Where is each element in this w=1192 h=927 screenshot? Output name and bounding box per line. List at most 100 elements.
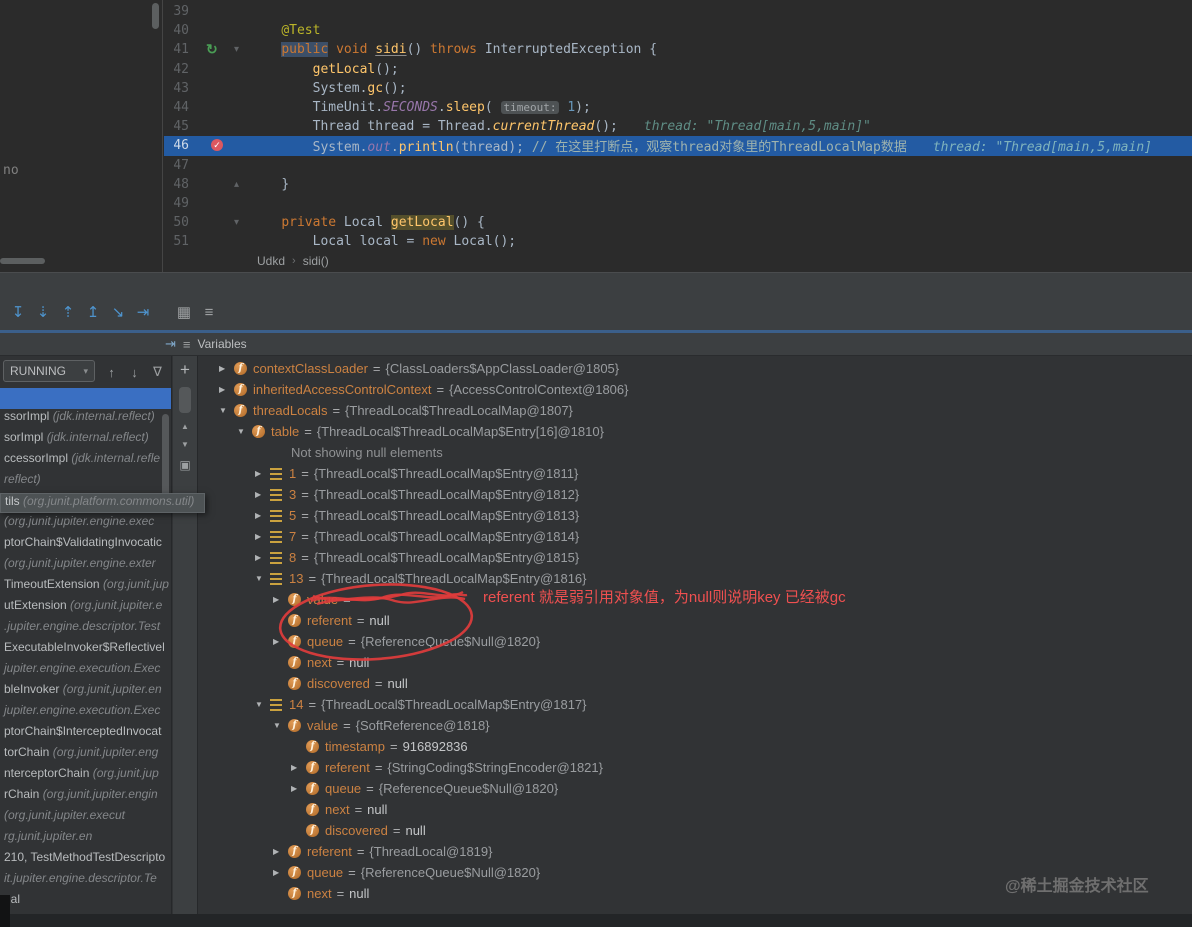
stack-frame-row[interactable] xyxy=(0,388,171,409)
line-number[interactable]: 41 xyxy=(164,42,194,57)
gutter-cell[interactable] xyxy=(194,175,234,194)
gutter-cell[interactable] xyxy=(194,60,234,79)
gutter-cell[interactable] xyxy=(194,98,234,117)
expander-icon[interactable]: ▶ xyxy=(273,847,288,856)
code-line[interactable]: 46 ✓ System.out.println(thread); // 在这里打断… xyxy=(164,136,1192,156)
expander-icon[interactable]: ▶ xyxy=(291,763,306,772)
stack-frame-row[interactable]: nterceptorChain (org.junit.jup xyxy=(0,766,171,787)
stack-frame-row[interactable]: torChain (org.junit.jupiter.eng xyxy=(0,745,171,766)
filter-icon[interactable]: ∇ xyxy=(146,364,169,380)
stack-frame-row[interactable]: ptorChain$InterceptedInvocat xyxy=(0,724,171,745)
expander-icon[interactable]: ▶ xyxy=(255,469,270,478)
variable-row[interactable]: ▶ f referent = {StringCoding$StringEncoder@1… xyxy=(199,757,1192,778)
variable-row[interactable]: ▶ 5 = {ThreadLocal$ThreadLocalMap$Entry@181… xyxy=(199,505,1192,526)
stack-frame-row[interactable]: nal xyxy=(0,892,171,913)
line-number[interactable]: 43 xyxy=(164,81,194,96)
run-to-cursor-icon[interactable]: ⇥ xyxy=(131,302,155,323)
code-line[interactable]: 47 xyxy=(164,156,1192,175)
gutter-cell[interactable]: ✓ xyxy=(194,136,234,155)
line-number[interactable]: 47 xyxy=(164,158,194,173)
stack-frame-row[interactable]: bleInvoker (org.junit.jupiter.en xyxy=(0,682,171,703)
breadcrumb-item[interactable]: Udkd xyxy=(257,254,285,268)
layout-grid-icon[interactable]: ▦ xyxy=(172,302,196,323)
gutter-cell[interactable] xyxy=(194,213,234,232)
copy-stack-icon[interactable]: ▣ xyxy=(179,458,190,472)
expander-icon[interactable]: ▼ xyxy=(219,406,234,415)
code-line[interactable]: 40 @Test xyxy=(164,21,1192,40)
scroll-down-icon[interactable]: ▼ xyxy=(181,440,189,449)
fold-marker-icon[interactable]: ▾ xyxy=(234,44,250,55)
gutter-cell[interactable]: ↻ xyxy=(194,40,234,59)
code-line[interactable]: 39 xyxy=(164,2,1192,21)
add-watch-icon[interactable]: + xyxy=(180,361,190,378)
line-number[interactable]: 42 xyxy=(164,62,194,77)
stack-frame-row[interactable]: 210, TestMethodTestDescripto xyxy=(0,850,171,871)
variable-row[interactable]: f timestamp = 916892836 xyxy=(199,736,1192,757)
scroll-up-icon[interactable]: ▲ xyxy=(181,422,189,431)
variable-row[interactable]: ▶ 7 = {ThreadLocal$ThreadLocalMap$Entry@181… xyxy=(199,526,1192,547)
expander-icon[interactable]: ▶ xyxy=(273,868,288,877)
variable-row[interactable]: Not showing null elements xyxy=(199,442,1192,463)
stack-frame-row[interactable]: jupiter.engine.execution.Exec xyxy=(0,661,171,682)
variable-row[interactable]: ▼ f value = {SoftReference@1818} xyxy=(199,715,1192,736)
variable-row[interactable]: ▶ 3 = {ThreadLocal$ThreadLocalMap$Entry@181… xyxy=(199,484,1192,505)
variable-row[interactable]: f referent = null xyxy=(199,610,1192,631)
expander-icon[interactable]: ▶ xyxy=(255,532,270,541)
variable-row[interactable]: ▶ 1 = {ThreadLocal$ThreadLocalMap$Entry@181… xyxy=(199,463,1192,484)
code-line[interactable]: 44 TimeUnit.SECONDS.sleep( timeout: 1); xyxy=(164,98,1192,117)
fold-marker-icon[interactable]: ▴ xyxy=(234,179,250,190)
navigate-down-icon[interactable]: ↓ xyxy=(123,365,146,380)
expander-icon[interactable]: ▼ xyxy=(255,574,270,583)
expander-icon[interactable]: ▶ xyxy=(273,637,288,646)
line-number[interactable]: 51 xyxy=(164,234,194,249)
expander-icon[interactable]: ▼ xyxy=(237,427,252,436)
variable-row[interactable]: ▼ f threadLocals = {ThreadLocal$ThreadLocalM… xyxy=(199,400,1192,421)
stack-frame-row[interactable]: .jupiter.engine.descriptor.Test xyxy=(0,619,171,640)
gutter-cell[interactable] xyxy=(194,2,234,21)
variable-row[interactable]: f discovered = null xyxy=(199,673,1192,694)
expander-icon[interactable]: ▶ xyxy=(255,553,270,562)
gutter-cell[interactable] xyxy=(194,79,234,98)
code-line[interactable]: 51 Local local = new Local(); xyxy=(164,232,1192,251)
variable-row[interactable]: f discovered = null xyxy=(199,820,1192,841)
line-number[interactable]: 40 xyxy=(164,23,194,38)
stack-frame-row[interactable]: jupiter.engine.execution.Exec xyxy=(0,703,171,724)
step-into-icon[interactable]: ⇡ xyxy=(56,302,80,323)
strip-scrollbar-thumb[interactable] xyxy=(179,387,191,413)
variable-row[interactable]: ▶ f contextClassLoader = {ClassLoaders$AppCl… xyxy=(199,358,1192,379)
stack-frame-row[interactable]: reflect) xyxy=(0,472,171,493)
stack-frame-row[interactable]: rChain (org.junit.jupiter.engin xyxy=(0,787,171,808)
gutter-cell[interactable] xyxy=(194,117,234,136)
line-number[interactable]: 48 xyxy=(164,177,194,192)
thread-selector[interactable]: RUNNING ▾ xyxy=(3,360,95,382)
code-line[interactable]: 45 Thread thread = Thread.currentThread(… xyxy=(164,117,1192,136)
stack-frame-row[interactable]: ExecutableInvoker$Reflectivel xyxy=(0,640,171,661)
code-line[interactable]: 43 System.gc(); xyxy=(164,79,1192,98)
rewind-icon[interactable]: ⇥ xyxy=(165,336,176,352)
navigate-up-icon[interactable]: ↑ xyxy=(100,365,123,380)
line-number[interactable]: 49 xyxy=(164,196,194,211)
variable-row[interactable]: ▶ f queue = {ReferenceQueue$Null@1820} xyxy=(199,631,1192,652)
code-editor[interactable]: 39 40 @Test 41 ↻ ▾ public void sidi() throws… xyxy=(164,0,1192,272)
code-line[interactable]: 49 xyxy=(164,194,1192,213)
line-number[interactable]: 44 xyxy=(164,100,194,115)
variable-row[interactable]: f next = null xyxy=(199,652,1192,673)
expander-icon[interactable]: ▼ xyxy=(273,721,288,730)
stack-frame-row[interactable]: (org.junit.jupiter.execut xyxy=(0,808,171,829)
code-line[interactable]: 41 ↻ ▾ public void sidi() throws Interrupt… xyxy=(164,40,1192,59)
stack-frame-row[interactable]: ccessorImpl (jdk.internal.refle xyxy=(0,451,171,472)
line-number[interactable]: 50 xyxy=(164,215,194,230)
gutter-cell[interactable] xyxy=(194,232,234,251)
expander-icon[interactable]: ▶ xyxy=(291,784,306,793)
stack-frame-tooltip[interactable]: tils (org.junit.platform.commons.util) xyxy=(0,493,206,513)
variable-row[interactable]: ▼ 14 = {ThreadLocal$ThreadLocalMap$Entry@18… xyxy=(199,694,1192,715)
line-number[interactable]: 45 xyxy=(164,119,194,134)
variable-row[interactable]: ▶ 8 = {ThreadLocal$ThreadLocalMap$Entry@181… xyxy=(199,547,1192,568)
stack-frame-row[interactable]: (org.junit.jupiter.engine.exec xyxy=(0,514,171,535)
code-line[interactable]: 48 ▴ } xyxy=(164,175,1192,194)
code-line[interactable]: 50 ▾ private Local getLocal() { xyxy=(164,213,1192,232)
variable-row[interactable]: f next = null xyxy=(199,799,1192,820)
stack-frame-row[interactable]: TimeoutExtension (org.junit.jup xyxy=(0,577,171,598)
variable-row[interactable]: ▶ f referent = {ThreadLocal@1819} xyxy=(199,841,1192,862)
step-out-icon[interactable]: ↘ xyxy=(106,302,130,323)
